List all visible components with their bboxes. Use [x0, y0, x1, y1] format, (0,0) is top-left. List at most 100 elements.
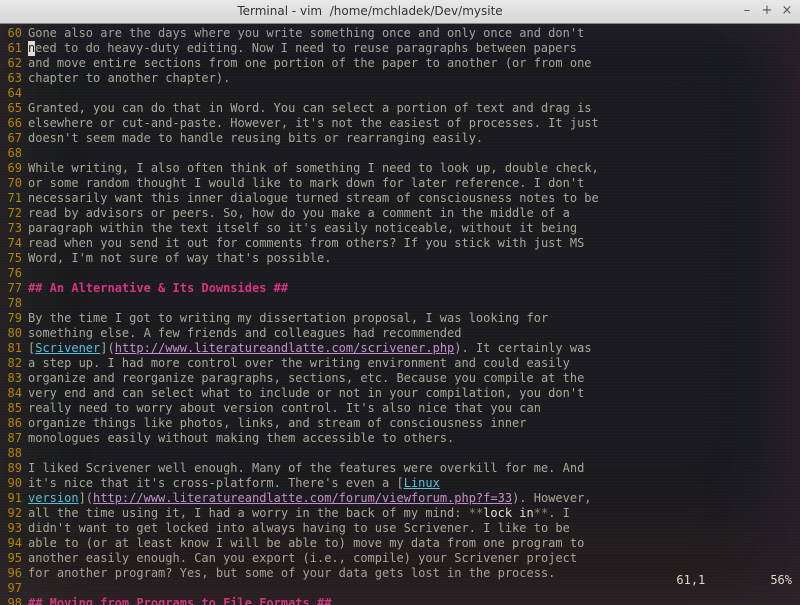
terminal-window: Terminal - vim /home/mchladek/Dev/mysite…	[0, 0, 800, 605]
editor-line: 80something else. A few friends and coll…	[0, 326, 796, 341]
line-number: 80	[0, 326, 28, 341]
markdown-bold: lock in	[483, 506, 534, 520]
editor-line: 81[Scrivener](http://www.literatureandla…	[0, 341, 796, 356]
line-number: 69	[0, 161, 28, 176]
editor-text: I liked Scrivener well enough. Many of t…	[28, 461, 796, 476]
editor-line: 60Gone also are the days where you write…	[0, 26, 796, 41]
editor-text	[28, 446, 796, 461]
scroll-percent: 56%	[770, 573, 792, 587]
editor-text	[28, 266, 796, 281]
editor-text: need to do heavy-duty editing. Now I nee…	[28, 41, 796, 56]
line-number: 67	[0, 131, 28, 146]
editor-line: 90it's nice that it's cross-platform. Th…	[0, 476, 796, 491]
editor-text: [Scrivener](http://www.literatureandlatt…	[28, 341, 796, 356]
editor-text: While writing, I also often think of som…	[28, 161, 796, 176]
line-number: 93	[0, 521, 28, 536]
editor-text: Granted, you can do that in Word. You ca…	[28, 101, 796, 116]
editor-text: very end and can select what to include …	[28, 386, 796, 401]
markdown-link-url: http://www.literatureandlatte.com/forum/…	[93, 491, 512, 505]
line-number: 75	[0, 251, 28, 266]
line-number: 70	[0, 176, 28, 191]
editor-text: doesn't seem made to handle reusing bits…	[28, 131, 796, 146]
editor-text: version](http://www.literatureandlatte.c…	[28, 491, 796, 506]
markdown-link-label: version	[28, 491, 79, 505]
editor-text	[28, 146, 796, 161]
editor-text: something else. A few friends and collea…	[28, 326, 796, 341]
editor-line: 93didn't want to get locked into always …	[0, 521, 796, 536]
line-number: 62	[0, 56, 28, 71]
editor-line: 76	[0, 266, 796, 281]
line-number: 89	[0, 461, 28, 476]
editor-text: able to (or at least know I will be able…	[28, 536, 796, 551]
line-number: 76	[0, 266, 28, 281]
editor-line: 89I liked Scrivener well enough. Many of…	[0, 461, 796, 476]
minimize-button[interactable]: –	[740, 5, 754, 19]
editor-text: Word, I'm not sure of way that's possibl…	[28, 251, 796, 266]
line-number: 95	[0, 551, 28, 566]
editor-line: 70or some random thought I would like to…	[0, 176, 796, 191]
line-number: 90	[0, 476, 28, 491]
editor-line: 92all the time using it, I had a worry i…	[0, 506, 796, 521]
maximize-button[interactable]: +	[760, 5, 774, 19]
editor-line: 66elsewhere or cut-and-paste. However, i…	[0, 116, 796, 131]
terminal-viewport[interactable]: 60Gone also are the days where you write…	[0, 24, 800, 605]
editor-text: really need to worry about version contr…	[28, 401, 796, 416]
editor-text: it's nice that it's cross-platform. Ther…	[28, 476, 796, 491]
line-number: 84	[0, 386, 28, 401]
line-number: 63	[0, 71, 28, 86]
line-number: 78	[0, 296, 28, 311]
editor-text: chapter to another chapter).	[28, 71, 796, 86]
editor-text: elsewhere or cut-and-paste. However, it'…	[28, 116, 796, 131]
editor-line: 75Word, I'm not sure of way that's possi…	[0, 251, 796, 266]
editor-line: 88	[0, 446, 796, 461]
editor-line: 85really need to worry about version con…	[0, 401, 796, 416]
line-number: 98	[0, 596, 28, 605]
editor-line: 77## An Alternative & Its Downsides ##	[0, 281, 796, 296]
line-number: 88	[0, 446, 28, 461]
markdown-link-label: Scrivener	[35, 341, 100, 355]
close-button[interactable]: ×	[780, 5, 794, 19]
markdown-link-label: Linux	[404, 476, 440, 490]
line-number: 83	[0, 371, 28, 386]
editor-line: 94able to (or at least know I will be ab…	[0, 536, 796, 551]
line-number: 64	[0, 86, 28, 101]
editor-line: 84very end and can select what to includ…	[0, 386, 796, 401]
editor-line: 79By the time I got to writing my disser…	[0, 311, 796, 326]
editor-text: paragraph within the text itself so it's…	[28, 221, 796, 236]
editor-line: 72read by advisors or peers. So, how do …	[0, 206, 796, 221]
line-number: 74	[0, 236, 28, 251]
editor-line: 71necessarily want this inner dialogue t…	[0, 191, 796, 206]
editor-line: 86organize things like photos, links, an…	[0, 416, 796, 431]
editor-text: a step up. I had more control over the w…	[28, 356, 796, 371]
line-number: 72	[0, 206, 28, 221]
editor-line: 82a step up. I had more control over the…	[0, 356, 796, 371]
line-number: 60	[0, 26, 28, 41]
titlebar[interactable]: Terminal - vim /home/mchladek/Dev/mysite…	[0, 0, 800, 24]
editor-line: 74read when you send it out for comments…	[0, 236, 796, 251]
editor-text: By the time I got to writing my disserta…	[28, 311, 796, 326]
vim-cursor: n	[28, 41, 35, 56]
line-number: 85	[0, 401, 28, 416]
editor-line: 61need to do heavy-duty editing. Now I n…	[0, 41, 796, 56]
editor-line: 67doesn't seem made to handle reusing bi…	[0, 131, 796, 146]
line-number: 71	[0, 191, 28, 206]
line-number: 94	[0, 536, 28, 551]
line-number: 92	[0, 506, 28, 521]
editor-text: read when you send it out for comments f…	[28, 236, 796, 251]
line-number: 66	[0, 116, 28, 131]
editor-text: and move entire sections from one portio…	[28, 56, 796, 71]
editor-line: 78	[0, 296, 796, 311]
editor-text: organize things like photos, links, and …	[28, 416, 796, 431]
editor-text: all the time using it, I had a worry in …	[28, 506, 796, 521]
editor-line: 73paragraph within the text itself so it…	[0, 221, 796, 236]
line-number: 73	[0, 221, 28, 236]
editor-line: 68	[0, 146, 796, 161]
markdown-link-url: http://www.literatureandlatte.com/scrive…	[115, 341, 455, 355]
cursor-position: 61,1	[676, 573, 705, 587]
line-number: 81	[0, 341, 28, 356]
line-number: 91	[0, 491, 28, 506]
editor-text: read by advisors or peers. So, how do yo…	[28, 206, 796, 221]
editor-text: Gone also are the days where you write s…	[28, 26, 796, 41]
line-number: 96	[0, 566, 28, 581]
editor-line: 83organize and reorganize paragraphs, se…	[0, 371, 796, 386]
